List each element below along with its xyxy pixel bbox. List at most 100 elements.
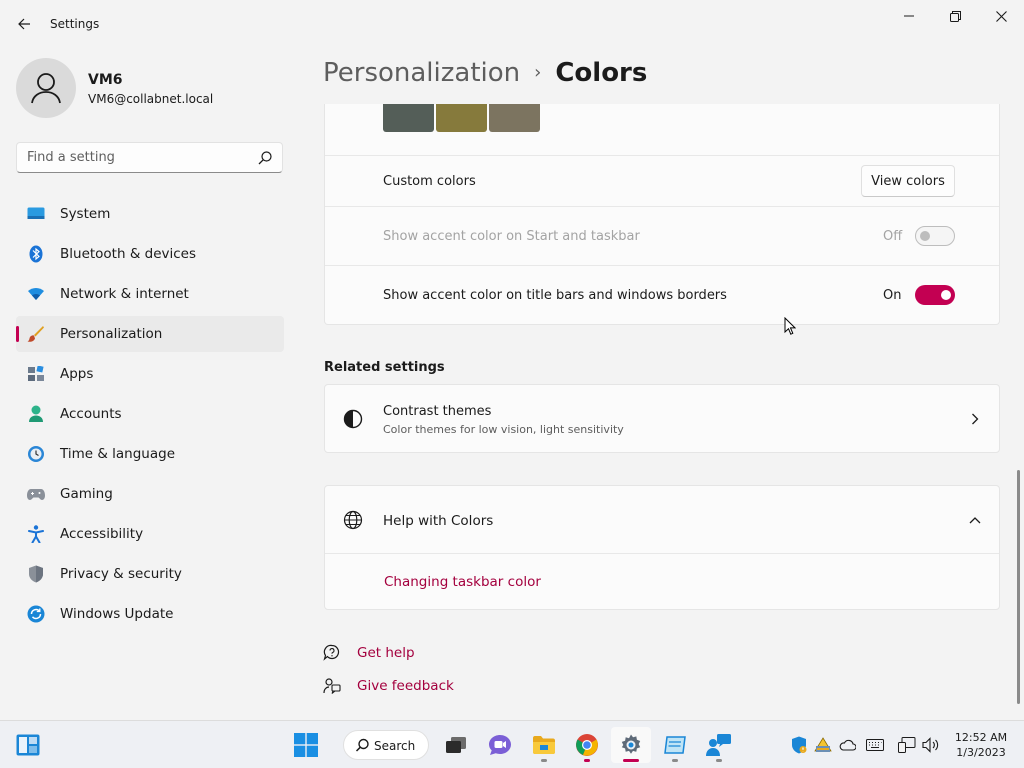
sidebar-item-label: Personalization xyxy=(60,326,163,342)
give-feedback-link[interactable]: Give feedback xyxy=(357,678,454,694)
settings-taskbar-button[interactable] xyxy=(611,727,651,763)
onedrive-tray-icon[interactable] xyxy=(837,735,857,755)
sidebar-item-label: Accessibility xyxy=(60,526,144,542)
accent-color-card: Custom colors View colors Show accent co… xyxy=(324,104,1000,325)
volume-tray-icon[interactable] xyxy=(921,735,941,755)
page-title: Colors xyxy=(555,58,648,88)
clock-icon xyxy=(27,445,45,463)
running-indicator xyxy=(672,759,678,762)
update-icon xyxy=(27,605,45,623)
network-tray-icon[interactable] xyxy=(897,735,917,755)
speaker-icon xyxy=(922,737,939,753)
divider xyxy=(325,206,999,207)
user-name: VM6 xyxy=(88,72,123,88)
app-title: Settings xyxy=(50,17,100,31)
sidebar-item-label: Time & language xyxy=(60,446,176,462)
drive-warning-icon xyxy=(814,737,832,752)
chat-icon xyxy=(489,735,511,755)
close-icon xyxy=(995,10,1007,22)
app-button[interactable] xyxy=(655,727,695,763)
avatar xyxy=(16,58,76,118)
chrome-button[interactable] xyxy=(567,727,607,763)
task-view-icon xyxy=(446,737,466,753)
sidebar-item-apps[interactable]: Apps xyxy=(16,356,284,392)
bluetooth-icon xyxy=(27,245,45,263)
start-button[interactable] xyxy=(286,727,326,763)
related-settings-title: Related settings xyxy=(324,360,445,375)
sidebar-item-label: Accounts xyxy=(60,406,122,422)
changing-taskbar-color-link[interactable]: Changing taskbar color xyxy=(384,574,541,590)
keyboard-tray-icon[interactable] xyxy=(865,735,885,755)
search-input[interactable] xyxy=(17,143,247,172)
sidebar-item-personalization[interactable]: Personalization xyxy=(16,316,284,352)
get-help-icon xyxy=(323,644,340,661)
contrast-themes-card[interactable]: Contrast themes Color themes for low vis… xyxy=(324,384,1000,453)
sidebar-item-privacy-security[interactable]: Privacy & security xyxy=(16,556,284,592)
support-agent-icon xyxy=(706,734,731,756)
accounts-icon xyxy=(27,405,45,423)
sidebar-item-accessibility[interactable]: Accessibility xyxy=(16,516,284,552)
scrollbar[interactable] xyxy=(1017,470,1020,704)
sidebar-item-windows-update[interactable]: Windows Update xyxy=(16,596,284,632)
task-view-button[interactable] xyxy=(436,727,476,763)
title-bar: Settings xyxy=(0,0,1024,48)
search-icon xyxy=(258,151,272,165)
breadcrumb-parent[interactable]: Personalization xyxy=(323,58,520,88)
close-button[interactable] xyxy=(978,0,1024,32)
maximize-button[interactable] xyxy=(932,0,978,32)
accent-swatch[interactable] xyxy=(489,104,540,132)
mouse-cursor-icon xyxy=(784,317,796,335)
user-icon xyxy=(31,73,61,104)
sidebar-item-system[interactable]: System xyxy=(16,196,284,232)
sidebar-item-gaming[interactable]: Gaming xyxy=(16,476,284,512)
chrome-icon xyxy=(576,734,598,756)
accent-start-taskbar-toggle[interactable] xyxy=(915,226,955,246)
running-indicator xyxy=(541,759,547,762)
custom-colors-label: Custom colors xyxy=(383,174,476,189)
sidebar-item-time-language[interactable]: Time & language xyxy=(16,436,284,472)
view-colors-button[interactable]: View colors xyxy=(861,165,955,197)
accent-titlebar-toggle[interactable] xyxy=(915,285,955,305)
search-icon xyxy=(355,738,369,752)
toggle-state-text: On xyxy=(883,288,902,303)
sidebar-item-bluetooth[interactable]: Bluetooth & devices xyxy=(16,236,284,272)
accent-swatch[interactable] xyxy=(436,104,487,132)
shield-icon xyxy=(27,565,45,583)
help-title: Help with Colors xyxy=(383,513,494,529)
network-icon xyxy=(898,737,916,753)
sidebar-item-label: System xyxy=(60,206,111,222)
back-button[interactable] xyxy=(10,10,38,38)
sidebar-item-label: Windows Update xyxy=(60,606,174,622)
feedback-icon xyxy=(323,678,341,694)
widgets-icon xyxy=(16,734,40,756)
chevron-right-icon xyxy=(972,413,979,425)
system-icon xyxy=(27,205,45,223)
widgets-button[interactable] xyxy=(8,727,48,763)
accessibility-icon xyxy=(27,525,45,543)
sidebar-item-network[interactable]: Network & internet xyxy=(16,276,284,312)
toggle-state-text: Off xyxy=(883,229,903,244)
sidebar-item-label: Privacy & security xyxy=(60,566,182,582)
keyboard-icon xyxy=(866,739,884,751)
settings-search[interactable] xyxy=(16,142,283,173)
gear-icon xyxy=(621,734,641,754)
get-help-link[interactable]: Get help xyxy=(357,645,415,661)
sidebar-item-accounts[interactable]: Accounts xyxy=(16,396,284,432)
file-explorer-button[interactable] xyxy=(524,727,564,763)
minimize-icon xyxy=(904,15,914,17)
running-indicator xyxy=(716,759,722,762)
remote-support-button[interactable] xyxy=(699,727,739,763)
defender-tray-icon[interactable] xyxy=(789,735,809,755)
contrast-icon xyxy=(343,409,363,429)
minimize-button[interactable] xyxy=(886,0,932,32)
help-expander-header[interactable]: Help with Colors xyxy=(325,486,999,553)
breadcrumb: Personalization › Colors xyxy=(323,58,647,88)
accent-swatch[interactable] xyxy=(383,104,434,132)
windows-logo-icon xyxy=(294,733,318,757)
network-drive-tray-icon[interactable] xyxy=(813,735,833,755)
taskbar-search[interactable]: Search xyxy=(343,730,429,760)
accent-start-taskbar-label: Show accent color on Start and taskbar xyxy=(383,229,640,244)
taskbar-clock[interactable]: 12:52 AM 1/3/2023 xyxy=(950,730,1012,760)
active-indicator xyxy=(623,759,639,762)
teams-chat-button[interactable] xyxy=(480,727,520,763)
